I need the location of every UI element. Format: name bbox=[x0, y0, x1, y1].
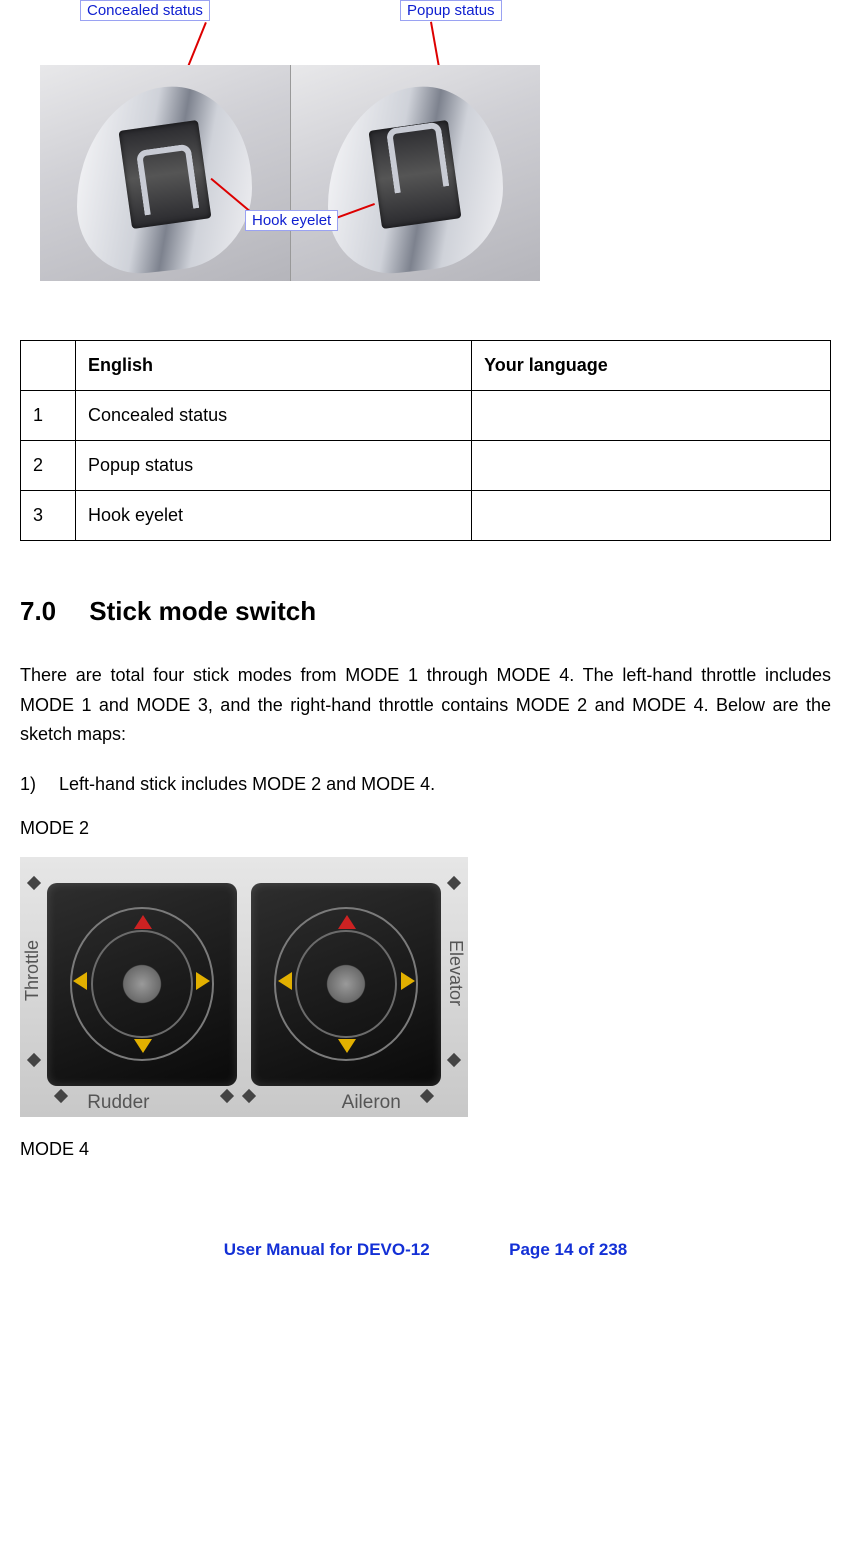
cell-english: Hook eyelet bbox=[76, 491, 472, 541]
marker-icon bbox=[27, 1053, 41, 1067]
table-row: 1 Concealed status bbox=[21, 391, 831, 441]
cell-yourlang bbox=[472, 491, 831, 541]
footer-page: Page 14 of 238 bbox=[509, 1240, 627, 1259]
list-text: Left-hand stick includes MODE 2 and MODE… bbox=[59, 774, 435, 794]
header-blank bbox=[21, 341, 76, 391]
right-stick-pad bbox=[251, 883, 441, 1086]
mode2-figure: Throttle Elevator Rudder Aileron bbox=[20, 857, 468, 1117]
marker-icon bbox=[447, 875, 461, 889]
arrow-up-icon bbox=[338, 915, 356, 929]
callout-concealed-status: Concealed status bbox=[80, 0, 210, 21]
axis-label-throttle: Throttle bbox=[22, 940, 43, 1001]
cell-yourlang bbox=[472, 391, 831, 441]
marker-icon bbox=[447, 1053, 461, 1067]
section-heading: 7.0 Stick mode switch bbox=[20, 596, 831, 627]
mode2-label: MODE 2 bbox=[20, 818, 831, 839]
arrow-down-icon bbox=[134, 1039, 152, 1053]
table-row: 3 Hook eyelet bbox=[21, 491, 831, 541]
table-row: 2 Popup status bbox=[21, 441, 831, 491]
terminology-table: English Your language 1 Concealed status… bbox=[20, 340, 831, 541]
page-footer: User Manual for DEVO-12 Page 14 of 238 bbox=[20, 1240, 831, 1260]
marker-icon bbox=[242, 1089, 256, 1103]
cell-num: 3 bbox=[21, 491, 76, 541]
cell-num: 1 bbox=[21, 391, 76, 441]
cell-english: Concealed status bbox=[76, 391, 472, 441]
cell-num: 2 bbox=[21, 441, 76, 491]
list-number: 1) bbox=[20, 770, 54, 800]
marker-icon bbox=[27, 875, 41, 889]
footer-product: User Manual for DEVO-12 bbox=[224, 1240, 430, 1259]
arrow-right-icon bbox=[196, 972, 210, 990]
cell-english: Popup status bbox=[76, 441, 472, 491]
left-stick-pad bbox=[47, 883, 237, 1086]
device-photo bbox=[40, 65, 540, 281]
hook-eyelet-figure: Concealed status Popup status Hook eyele… bbox=[30, 0, 530, 290]
cell-yourlang bbox=[472, 441, 831, 491]
callout-popup-status: Popup status bbox=[400, 0, 502, 21]
marker-icon bbox=[220, 1089, 234, 1103]
arrow-left-icon bbox=[278, 972, 292, 990]
marker-icon bbox=[420, 1089, 434, 1103]
list-item-1: 1) Left-hand stick includes MODE 2 and M… bbox=[20, 770, 831, 800]
header-yourlang: Your language bbox=[472, 341, 831, 391]
marker-icon bbox=[54, 1089, 68, 1103]
section-number: 7.0 bbox=[20, 596, 82, 627]
arrow-right-icon bbox=[401, 972, 415, 990]
axis-label-rudder: Rudder bbox=[87, 1092, 149, 1114]
axis-label-elevator: Elevator bbox=[445, 940, 466, 1006]
mode4-label: MODE 4 bbox=[20, 1139, 831, 1160]
section-intro: There are total four stick modes from MO… bbox=[20, 661, 831, 750]
callout-hook-eyelet: Hook eyelet bbox=[245, 210, 338, 231]
table-header-row: English Your language bbox=[21, 341, 831, 391]
section-title: Stick mode switch bbox=[89, 596, 316, 626]
header-english: English bbox=[76, 341, 472, 391]
arrow-up-icon bbox=[134, 915, 152, 929]
arrow-down-icon bbox=[338, 1039, 356, 1053]
arrow-left-icon bbox=[73, 972, 87, 990]
axis-label-aileron: Aileron bbox=[342, 1092, 401, 1114]
